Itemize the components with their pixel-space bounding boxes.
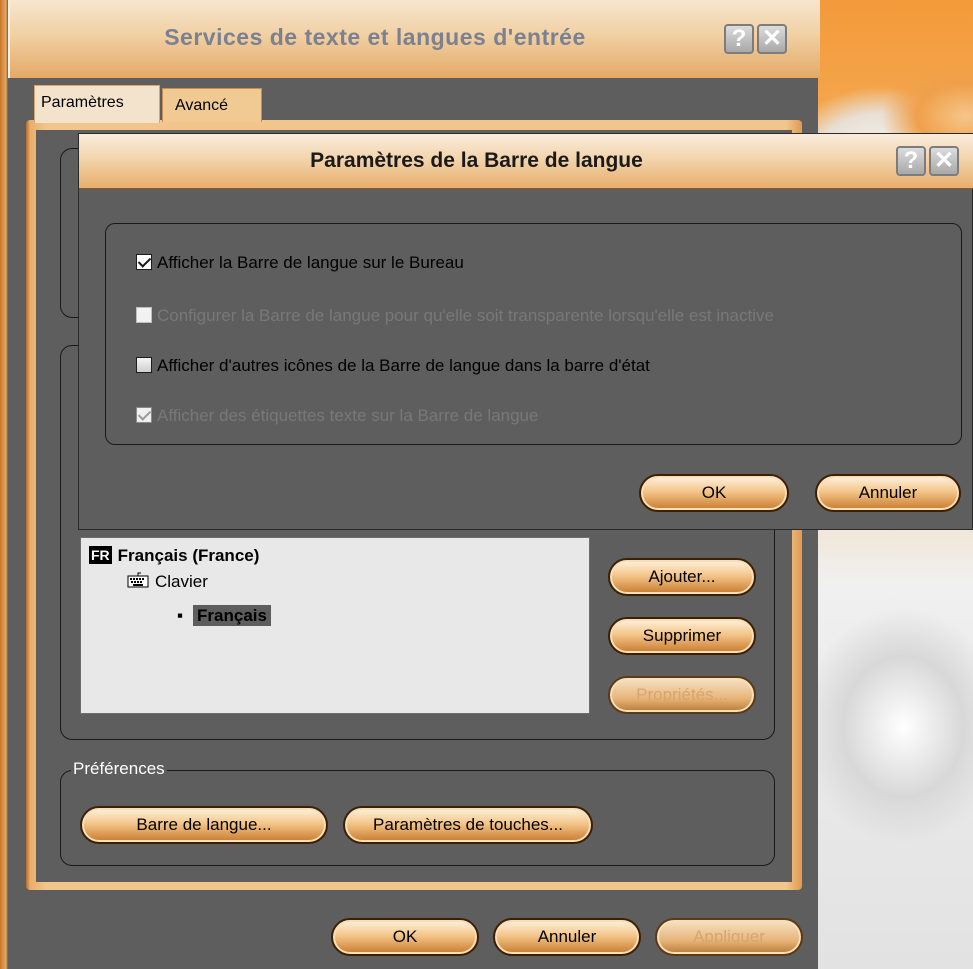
main-cancel-button[interactable]: Annuler (493, 918, 641, 956)
keyboard-category[interactable]: Clavier (127, 572, 208, 592)
preferences-legend: Préférences (71, 759, 167, 779)
option-text-labels: Afficher des étiquettes texte sur la Bar… (136, 406, 538, 426)
dialog-ok-button[interactable]: OK (639, 474, 789, 512)
dialog-options-group: Afficher la Barre de langue sur le Burea… (105, 223, 962, 445)
checkbox-show-language-bar[interactable] (136, 254, 152, 270)
language-entry[interactable]: FR Français (France) (89, 546, 259, 566)
keyboard-label: Clavier (155, 572, 208, 591)
language-bar-button[interactable]: Barre de langue... (80, 806, 328, 844)
checkbox-transparent (136, 307, 152, 323)
help-icon[interactable]: ? (724, 24, 754, 54)
keyboard-layout-item[interactable]: ▪ Français (177, 605, 271, 626)
key-settings-button[interactable]: Paramètres de touches... (343, 806, 593, 844)
main-window-title: Services de texte et langues d'entrée (164, 24, 586, 50)
checkbox-additional-icons[interactable] (136, 357, 152, 373)
option-text-labels-label: Afficher des étiquettes texte sur la Bar… (157, 406, 539, 425)
main-title-bar: Services de texte et langues d'entrée ? … (8, 0, 820, 78)
language-bar-settings-dialog: Paramètres de la Barre de langue ? ✕ Aff… (78, 133, 973, 530)
language-badge: FR (89, 546, 112, 564)
option-transparent: Configurer la Barre de langue pour qu'el… (136, 306, 774, 326)
keyboard-icon (127, 572, 149, 588)
installed-services-list[interactable]: FR Français (France) Clavier ▪ Français (80, 537, 590, 714)
keyboard-layout-label: Français (193, 605, 271, 626)
option-additional-icons[interactable]: Afficher d'autres icônes de la Barre de … (136, 356, 650, 376)
dialog-title: Paramètres de la Barre de langue (310, 149, 643, 172)
main-ok-button[interactable]: OK (331, 918, 479, 956)
properties-button: Propriétés... (608, 676, 756, 714)
close-icon[interactable]: ✕ (757, 24, 787, 54)
remove-button[interactable]: Supprimer (608, 617, 756, 655)
dialog-cancel-button[interactable]: Annuler (815, 474, 961, 512)
apply-button: Appliquer (655, 918, 803, 956)
bullet-icon: ▪ (177, 606, 184, 625)
option-show-language-bar-label: Afficher la Barre de langue sur le Burea… (157, 253, 464, 272)
add-button[interactable]: Ajouter... (608, 558, 756, 596)
option-additional-icons-label: Afficher d'autres icônes de la Barre de … (157, 356, 650, 375)
option-transparent-label: Configurer la Barre de langue pour qu'el… (157, 306, 774, 325)
language-name: Français (France) (117, 546, 260, 565)
dialog-close-icon[interactable]: ✕ (929, 146, 959, 176)
tab-parametres[interactable]: Paramètres (34, 85, 160, 123)
tab-avance[interactable]: Avancé (162, 88, 262, 122)
dialog-help-icon[interactable]: ? (896, 146, 926, 176)
checkbox-text-labels (136, 407, 152, 423)
dialog-title-bar: Paramètres de la Barre de langue ? ✕ (79, 134, 973, 189)
option-show-language-bar[interactable]: Afficher la Barre de langue sur le Burea… (136, 253, 464, 273)
